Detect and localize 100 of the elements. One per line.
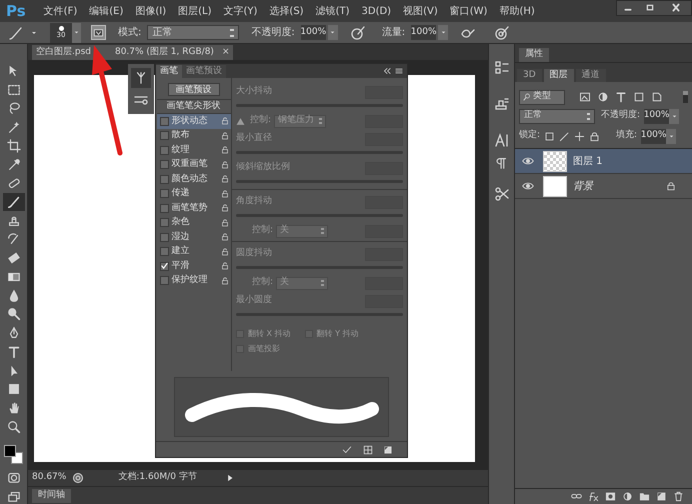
quick-mask-icon[interactable] xyxy=(6,471,20,486)
menu-item[interactable]: 3D(D) xyxy=(356,4,398,18)
lock-icon[interactable] xyxy=(220,132,228,140)
properties-tab[interactable]: 属性 xyxy=(519,48,549,62)
checkbox[interactable] xyxy=(160,218,168,228)
panel-tab[interactable]: 通道 xyxy=(576,69,606,82)
mode-select[interactable]: 正常 xyxy=(147,25,240,40)
lock-icon[interactable] xyxy=(220,190,228,198)
image-filter-icon[interactable] xyxy=(579,91,591,103)
screen-mode-icon[interactable] xyxy=(6,490,20,504)
type-filter-icon[interactable] xyxy=(615,91,627,103)
brush-presets-button[interactable]: 画笔预设 xyxy=(168,83,220,96)
checkbox[interactable] xyxy=(160,262,168,271)
collapse-icon[interactable] xyxy=(381,66,393,76)
panel-menu-icon[interactable] xyxy=(393,66,405,76)
checkbox[interactable] xyxy=(160,146,168,155)
adjustment-filter-icon[interactable] xyxy=(597,91,609,103)
document-tab[interactable]: 空白图层.psd 80.7% (图层 1, RGB/8) × xyxy=(32,45,234,60)
menu-item[interactable]: 选择(S) xyxy=(263,4,310,18)
menu-item[interactable]: 图层(L) xyxy=(172,4,218,18)
checkbox[interactable] xyxy=(160,116,168,126)
lock-icon[interactable] xyxy=(220,204,228,212)
pen-pressure-size-icon[interactable] xyxy=(494,24,510,40)
lock-icon[interactable] xyxy=(220,218,228,227)
smart-object-filter-icon[interactable] xyxy=(651,91,663,103)
paragraph-icon[interactable] xyxy=(494,156,508,170)
brush-option-row[interactable]: 散布 xyxy=(156,128,230,143)
layer-opacity-field[interactable]: 100% xyxy=(644,108,670,124)
clone-source-icon[interactable] xyxy=(494,96,510,112)
checkbox[interactable] xyxy=(160,204,168,213)
checkbox[interactable] xyxy=(160,247,168,256)
lock-position-icon[interactable] xyxy=(574,130,586,142)
blend-mode-select[interactable]: 正常 xyxy=(519,108,595,124)
toggle-bristle-preview-icon[interactable] xyxy=(341,444,353,454)
lock-pixels-icon[interactable] xyxy=(544,130,556,142)
checkbox[interactable] xyxy=(160,232,168,242)
tool-button[interactable] xyxy=(2,193,24,211)
checkbox[interactable] xyxy=(160,276,168,286)
lock-icon[interactable] xyxy=(220,160,228,169)
lock-icon[interactable] xyxy=(220,233,228,242)
foreground-color-swatch[interactable] xyxy=(4,444,16,457)
menu-item[interactable]: 图像(I) xyxy=(129,4,172,18)
brush-option-row[interactable]: 画笔笔势 xyxy=(156,201,230,216)
panel-tab[interactable]: 画笔 xyxy=(156,65,182,78)
layer-row[interactable]: 图层 1 xyxy=(515,149,692,174)
brush-option-row[interactable]: 形状动态 xyxy=(156,114,230,128)
lock-all-icon[interactable] xyxy=(589,130,600,142)
panel-tab[interactable]: 3D xyxy=(517,69,542,82)
menu-item[interactable]: 滤镜(T) xyxy=(310,4,356,18)
brush-option-row[interactable]: 纹理 xyxy=(156,143,230,158)
menu-item[interactable]: 视图(V) xyxy=(397,4,444,18)
panel-tab[interactable]: 图层 xyxy=(544,69,574,82)
brush-panel-button[interactable] xyxy=(131,68,151,88)
layer-mask-icon[interactable] xyxy=(605,491,616,502)
brush-icon[interactable] xyxy=(8,24,24,40)
checkbox[interactable] xyxy=(160,160,168,170)
timeline-tab[interactable]: 时间轴 xyxy=(32,488,71,502)
menu-item[interactable]: 帮助(H) xyxy=(493,4,541,18)
lock-icon[interactable] xyxy=(220,262,228,270)
lock-icon[interactable] xyxy=(220,276,228,285)
close-tab-button[interactable]: × xyxy=(222,46,230,60)
filter-select[interactable]: 类型 xyxy=(519,90,565,104)
menu-item[interactable]: 编辑(E) xyxy=(83,4,130,18)
lock-icon[interactable] xyxy=(220,117,228,126)
brush-option-row[interactable]: 建立 xyxy=(156,244,230,259)
lock-icon[interactable] xyxy=(220,248,228,256)
brush-option-row[interactable]: 颜色动态 xyxy=(156,172,230,186)
shape-filter-icon[interactable] xyxy=(633,91,645,103)
eye-icon[interactable] xyxy=(522,155,534,167)
eye-icon[interactable] xyxy=(522,180,534,192)
menu-item[interactable]: 文字(Y) xyxy=(218,4,264,18)
layer-row[interactable]: 背景 xyxy=(515,174,692,199)
flow-field[interactable]: 100% xyxy=(411,25,436,40)
menu-item[interactable]: 文件(F) xyxy=(38,4,84,18)
brush-option-row[interactable]: 湿边 xyxy=(156,230,230,244)
brush-option-row[interactable]: 平滑 xyxy=(156,259,230,274)
character-panel-icon[interactable] xyxy=(494,132,510,148)
checkbox[interactable] xyxy=(160,189,168,198)
history-panel-icon[interactable] xyxy=(494,60,510,76)
brush-option-row[interactable]: 双重画笔 xyxy=(156,158,230,172)
opacity-field[interactable]: 100% xyxy=(300,25,326,40)
scissors-icon[interactable] xyxy=(494,186,510,202)
panel-tab[interactable]: 画笔预设 xyxy=(182,65,226,78)
new-layer-icon[interactable] xyxy=(656,491,667,502)
lock-icon[interactable] xyxy=(220,146,228,154)
lock-brush-icon[interactable] xyxy=(559,130,570,142)
status-icon[interactable] xyxy=(72,472,84,484)
brush-option-row[interactable]: 传递 xyxy=(156,186,230,201)
filter-toggle[interactable] xyxy=(683,91,688,103)
brush-option-row[interactable]: 保护纹理 xyxy=(156,274,230,288)
checkbox[interactable] xyxy=(160,131,168,140)
brush-panel-toggle[interactable] xyxy=(91,25,106,40)
checkbox[interactable] xyxy=(160,174,168,184)
fill-field[interactable]: 100% xyxy=(641,128,666,144)
effects-icon[interactable] xyxy=(588,491,599,502)
grid-icon[interactable] xyxy=(363,444,373,454)
pen-pressure-icon[interactable] xyxy=(350,24,366,40)
trash-icon[interactable] xyxy=(673,491,684,502)
menu-item[interactable]: 窗口(W) xyxy=(444,4,494,18)
new-brush-icon[interactable] xyxy=(383,444,393,454)
